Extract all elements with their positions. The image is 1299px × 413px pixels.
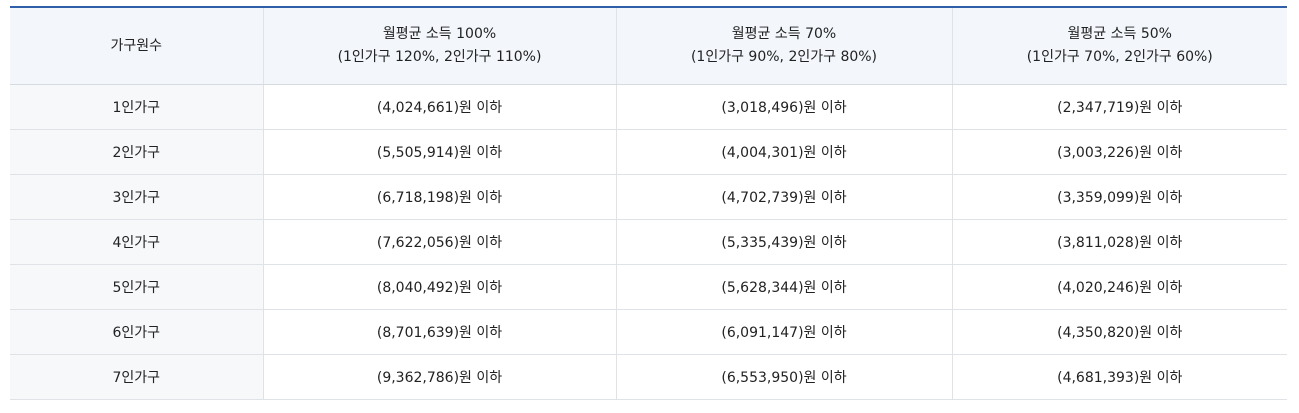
income-50-cell: (2,347,719)원 이하 — [951, 84, 1287, 130]
table-row: 5인가구 (8,040,492)원 이하 (5,628,344)원 이하 (4,… — [10, 264, 1287, 310]
income-table-container: 가구원수 월평균 소득 100% (1인가구 120%, 2인가구 110%) … — [10, 6, 1287, 400]
income-50-cell: (4,681,393)원 이하 — [951, 354, 1287, 400]
income-100-cell: (8,040,492)원 이하 — [262, 264, 616, 310]
header-income-70-note: (1인가구 90%, 2인가구 80%) — [690, 49, 878, 65]
header-income-50: 월평균 소득 50% (1인가구 70%, 2인가구 60%) — [951, 7, 1287, 85]
household-size-cell: 6인가구 — [10, 309, 263, 355]
header-income-100-note: (1인가구 120%, 2인가구 110%) — [337, 49, 542, 65]
income-70-cell: (5,335,439)원 이하 — [615, 219, 952, 265]
header-income-100: 월평균 소득 100% (1인가구 120%, 2인가구 110%) — [262, 7, 616, 85]
header-household-size: 가구원수 — [10, 7, 263, 85]
income-100-cell: (4,024,661)원 이하 — [262, 84, 616, 130]
header-income-50-title: 월평균 소득 50% — [1067, 26, 1172, 42]
table-header: 가구원수 월평균 소득 100% (1인가구 120%, 2인가구 110%) … — [10, 7, 1287, 85]
income-100-cell: (6,718,198)원 이하 — [262, 174, 616, 220]
household-size-cell: 5인가구 — [10, 264, 263, 310]
income-100-cell: (7,622,056)원 이하 — [262, 219, 616, 265]
household-size-cell: 2인가구 — [10, 129, 263, 175]
income-70-cell: (5,628,344)원 이하 — [615, 264, 952, 310]
table-body: 1인가구 (4,024,661)원 이하 (3,018,496)원 이하 (2,… — [10, 84, 1287, 400]
income-50-cell: (3,359,099)원 이하 — [951, 174, 1287, 220]
table-row: 4인가구 (7,622,056)원 이하 (5,335,439)원 이하 (3,… — [10, 219, 1287, 265]
income-50-cell: (4,020,246)원 이하 — [951, 264, 1287, 310]
header-income-70: 월평균 소득 70% (1인가구 90%, 2인가구 80%) — [615, 7, 952, 85]
household-size-cell: 1인가구 — [10, 84, 263, 130]
income-criteria-table: 가구원수 월평균 소득 100% (1인가구 120%, 2인가구 110%) … — [10, 6, 1287, 400]
household-size-cell: 4인가구 — [10, 219, 263, 265]
header-income-70-title: 월평균 소득 70% — [731, 26, 837, 42]
income-50-cell: (4,350,820)원 이하 — [951, 309, 1287, 355]
household-size-cell: 7인가구 — [10, 354, 263, 400]
income-70-cell: (4,702,739)원 이하 — [615, 174, 952, 220]
table-row: 7인가구 (9,362,786)원 이하 (6,553,950)원 이하 (4,… — [10, 354, 1287, 400]
header-income-100-title: 월평균 소득 100% — [382, 26, 497, 42]
income-70-cell: (6,091,147)원 이하 — [615, 309, 952, 355]
header-income-50-note: (1인가구 70%, 2인가구 60%) — [1026, 49, 1213, 65]
income-70-cell: (4,004,301)원 이하 — [615, 129, 952, 175]
income-50-cell: (3,003,226)원 이하 — [951, 129, 1287, 175]
table-row: 6인가구 (8,701,639)원 이하 (6,091,147)원 이하 (4,… — [10, 309, 1287, 355]
table-row: 2인가구 (5,505,914)원 이하 (4,004,301)원 이하 (3,… — [10, 129, 1287, 175]
income-100-cell: (8,701,639)원 이하 — [262, 309, 616, 355]
table-row: 1인가구 (4,024,661)원 이하 (3,018,496)원 이하 (2,… — [10, 84, 1287, 130]
income-70-cell: (3,018,496)원 이하 — [615, 84, 952, 130]
household-size-cell: 3인가구 — [10, 174, 263, 220]
income-100-cell: (9,362,786)원 이하 — [262, 354, 616, 400]
header-household-size-label: 가구원수 — [110, 37, 163, 54]
income-70-cell: (6,553,950)원 이하 — [615, 354, 952, 400]
income-100-cell: (5,505,914)원 이하 — [262, 129, 616, 175]
table-row: 3인가구 (6,718,198)원 이하 (4,702,739)원 이하 (3,… — [10, 174, 1287, 220]
header-row: 가구원수 월평균 소득 100% (1인가구 120%, 2인가구 110%) … — [10, 7, 1287, 85]
income-50-cell: (3,811,028)원 이하 — [951, 219, 1287, 265]
